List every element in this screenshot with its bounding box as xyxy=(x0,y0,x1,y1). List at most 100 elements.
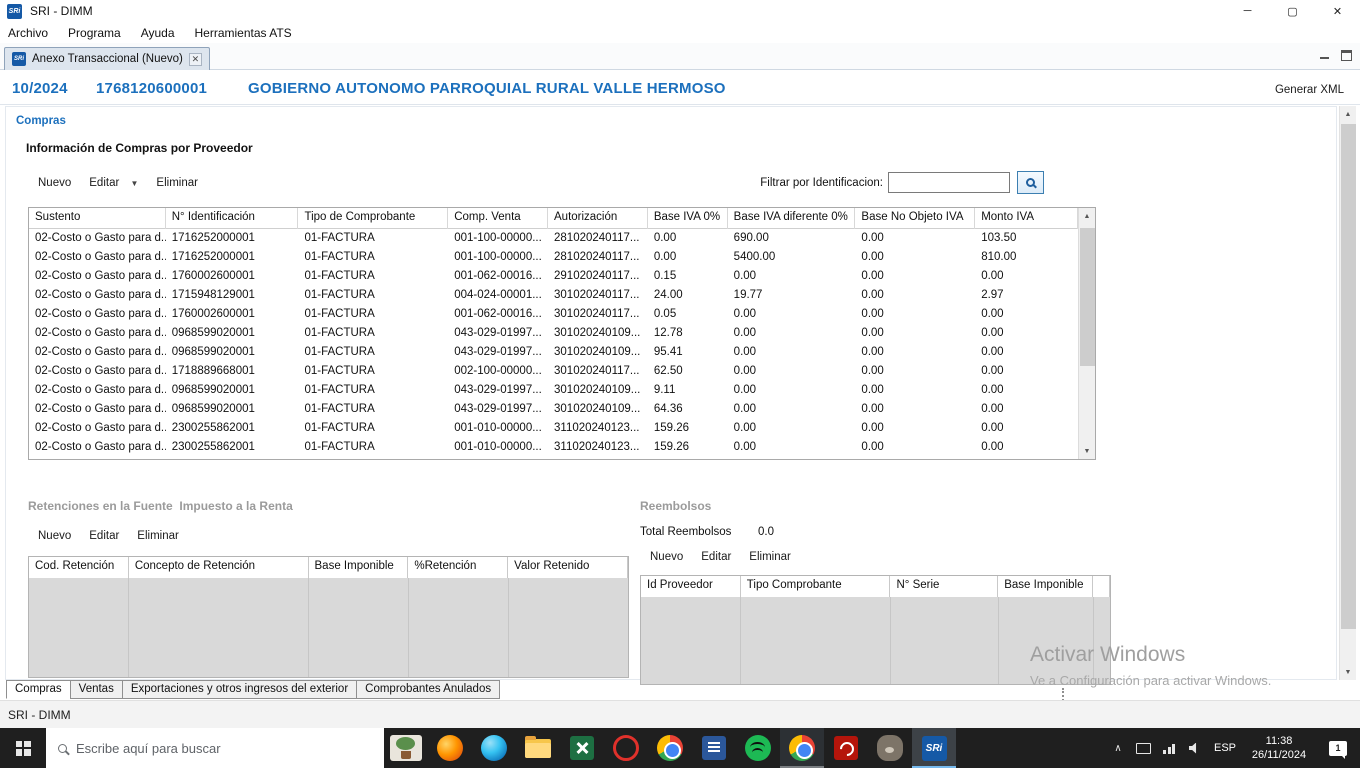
filter-search-button[interactable] xyxy=(1017,171,1044,194)
taskbar-app-file-explorer[interactable] xyxy=(516,728,560,768)
taskbar-clock[interactable]: 11:38 26/11/2024 xyxy=(1242,728,1316,768)
taskbar-search[interactable] xyxy=(46,728,384,768)
compras-column-header[interactable]: Monto IVA xyxy=(975,208,1078,229)
scrollbar-thumb[interactable] xyxy=(1080,228,1095,366)
reembolsos-nuevo-button[interactable]: Nuevo xyxy=(650,551,683,563)
compras-table-row[interactable]: 02-Costo o Gasto para d... 1760002600001 0… xyxy=(29,305,1078,324)
system-tray: ∧ ESP 11:38 26/11/2024 1 xyxy=(1106,728,1360,768)
filter-input[interactable] xyxy=(888,172,1010,193)
panel-maximize-icon[interactable] xyxy=(1341,50,1352,61)
start-button[interactable] xyxy=(0,728,46,768)
menu-programa[interactable]: Programa xyxy=(58,26,131,40)
retenciones-nuevo-button[interactable]: Nuevo xyxy=(38,530,71,542)
compras-table-row[interactable]: 02-Costo o Gasto para d... 0968599020001 0… xyxy=(29,400,1078,419)
taskbar-app-chrome[interactable] xyxy=(648,728,692,768)
taskbar-app-acrobat[interactable] xyxy=(824,728,868,768)
action-center-button[interactable]: 1 xyxy=(1316,728,1360,768)
volume-tray-icon[interactable] xyxy=(1182,728,1208,768)
table-cell: 01-FACTURA xyxy=(304,441,375,453)
column-header[interactable]: Id Proveedor xyxy=(641,576,741,597)
scroll-down-icon[interactable]: ▼ xyxy=(1079,443,1095,459)
compras-column-header[interactable]: Base IVA 0% xyxy=(648,208,728,229)
compras-table-row[interactable]: 02-Costo o Gasto para d... 1718889668001 0… xyxy=(29,362,1078,381)
column-header[interactable]: N° Serie xyxy=(890,576,999,597)
compras-table-row[interactable]: 02-Costo o Gasto para d... 1760002600001 0… xyxy=(29,267,1078,286)
column-header[interactable]: Valor Retenido xyxy=(508,557,628,578)
compras-column-header[interactable]: Sustento xyxy=(29,208,166,229)
maximize-button[interactable]: ▢ xyxy=(1270,0,1315,22)
menu-ayuda[interactable]: Ayuda xyxy=(131,26,185,40)
taskbar-app-edge[interactable] xyxy=(472,728,516,768)
excel-icon xyxy=(570,736,594,760)
taskbar-app-firefox[interactable] xyxy=(428,728,472,768)
tab-ventas[interactable]: Ventas xyxy=(69,680,123,699)
column-header[interactable]: Base Imponible xyxy=(998,576,1094,597)
menu-herramientas-ats[interactable]: Herramientas ATS xyxy=(185,26,302,40)
column-header[interactable]: %Retención xyxy=(408,557,509,578)
scrollbar-thumb[interactable] xyxy=(1341,124,1356,629)
column-header[interactable]: Concepto de Retención xyxy=(128,557,309,578)
compras-table-row[interactable]: 02-Costo o Gasto para d... 0968599020001 0… xyxy=(29,381,1078,400)
compras-table-row[interactable]: 02-Costo o Gasto para d... 2300255862001 0… xyxy=(29,419,1078,438)
compras-table-row[interactable]: 02-Costo o Gasto para d... 1716252000001 0… xyxy=(29,248,1078,267)
taskbar-app-spotify[interactable] xyxy=(736,728,780,768)
taskbar-app-opera[interactable] xyxy=(604,728,648,768)
taskbar-app-sri-dimm[interactable]: SRi xyxy=(912,728,956,768)
retenciones-eliminar-button[interactable]: Eliminar xyxy=(137,530,179,542)
taskbar-app-chrome-2[interactable] xyxy=(780,728,824,768)
retenciones-editar-button[interactable]: Editar xyxy=(89,530,119,542)
compras-column-header[interactable]: Autorización xyxy=(548,208,648,229)
taskbar-app-word[interactable] xyxy=(692,728,736,768)
taskbar-app-excel[interactable] xyxy=(560,728,604,768)
reembolsos-eliminar-button[interactable]: Eliminar xyxy=(749,551,791,563)
compras-table-row[interactable]: 02-Costo o Gasto para d... 0968599020001 0… xyxy=(29,343,1078,362)
tab-compras[interactable]: Compras xyxy=(6,680,71,699)
display-tray-icon[interactable] xyxy=(1130,728,1156,768)
tab-exportaciones[interactable]: Exportaciones y otros ingresos del exter… xyxy=(121,680,358,699)
table-cell: 02-Costo o Gasto para d... xyxy=(35,441,166,453)
compras-table-row[interactable]: 02-Costo o Gasto para d... 2300255862001 0… xyxy=(29,438,1078,457)
compras-table-row[interactable]: 02-Costo o Gasto para d... 1716252000001 0… xyxy=(29,229,1078,248)
hidden-icons-button[interactable]: ∧ xyxy=(1106,728,1130,768)
compras-column-header[interactable]: N° Identificación xyxy=(166,208,299,229)
taskbar-interests[interactable] xyxy=(384,728,428,768)
scroll-up-icon[interactable]: ▲ xyxy=(1079,208,1095,224)
minimize-button[interactable]: ─ xyxy=(1225,0,1270,22)
table-cell: 01-FACTURA xyxy=(304,327,375,339)
table-cell: 301020240117... xyxy=(554,289,640,301)
compras-table-row[interactable]: 02-Costo o Gasto para d... 1715948129001 0… xyxy=(29,286,1078,305)
menu-archivo[interactable]: Archivo xyxy=(0,26,58,40)
tab-close-icon[interactable]: ✕ xyxy=(188,52,202,66)
watermark-line1: Activar Windows xyxy=(1030,643,1186,666)
nuevo-button[interactable]: Nuevo xyxy=(38,177,71,189)
language-indicator[interactable]: ESP xyxy=(1208,728,1242,768)
scroll-down-icon[interactable]: ▼ xyxy=(1340,664,1356,680)
column-header[interactable]: Cod. Retención xyxy=(29,557,129,578)
taskbar-app-gimp[interactable] xyxy=(868,728,912,768)
column-header[interactable]: Tipo Comprobante xyxy=(740,576,891,597)
column-header[interactable]: Base Imponible xyxy=(308,557,409,578)
scroll-up-icon[interactable]: ▲ xyxy=(1340,106,1356,122)
tab-anexo-transaccional[interactable]: SRi Anexo Transaccional (Nuevo) ✕ xyxy=(4,47,210,70)
close-button[interactable]: ✕ xyxy=(1315,0,1360,22)
generar-xml-button[interactable]: Generar XML xyxy=(1275,84,1344,96)
network-tray-icon[interactable] xyxy=(1156,728,1182,768)
compras-column-header[interactable]: Comp. Venta xyxy=(448,208,548,229)
table-scrollbar[interactable]: ▲ ▼ xyxy=(1078,208,1095,459)
compras-column-header[interactable]: Base IVA diferente 0% xyxy=(728,208,856,229)
editar-button[interactable]: Editar ▼ xyxy=(89,177,138,189)
compras-column-header[interactable]: Base No Objeto IVA xyxy=(855,208,976,229)
taskbar-search-input[interactable] xyxy=(76,740,336,756)
word-icon xyxy=(702,736,726,760)
eliminar-button[interactable]: Eliminar xyxy=(156,177,198,189)
compras-column-header[interactable]: Tipo de Comprobante xyxy=(298,208,449,229)
table-cell: 690.00 xyxy=(733,232,769,244)
table-cell: 002-100-00000... xyxy=(454,365,542,377)
compras-table-row[interactable]: 02-Costo o Gasto para d... 0968599020001 0… xyxy=(29,324,1078,343)
content-scrollbar[interactable]: ▲ ▼ xyxy=(1339,106,1356,680)
panel-minimize-icon[interactable] xyxy=(1319,50,1331,61)
chevron-down-icon[interactable]: ▼ xyxy=(131,179,139,188)
reembolsos-editar-button[interactable]: Editar xyxy=(701,551,731,563)
tab-comprobantes-anulados[interactable]: Comprobantes Anulados xyxy=(356,680,501,699)
column-separator xyxy=(308,578,309,677)
